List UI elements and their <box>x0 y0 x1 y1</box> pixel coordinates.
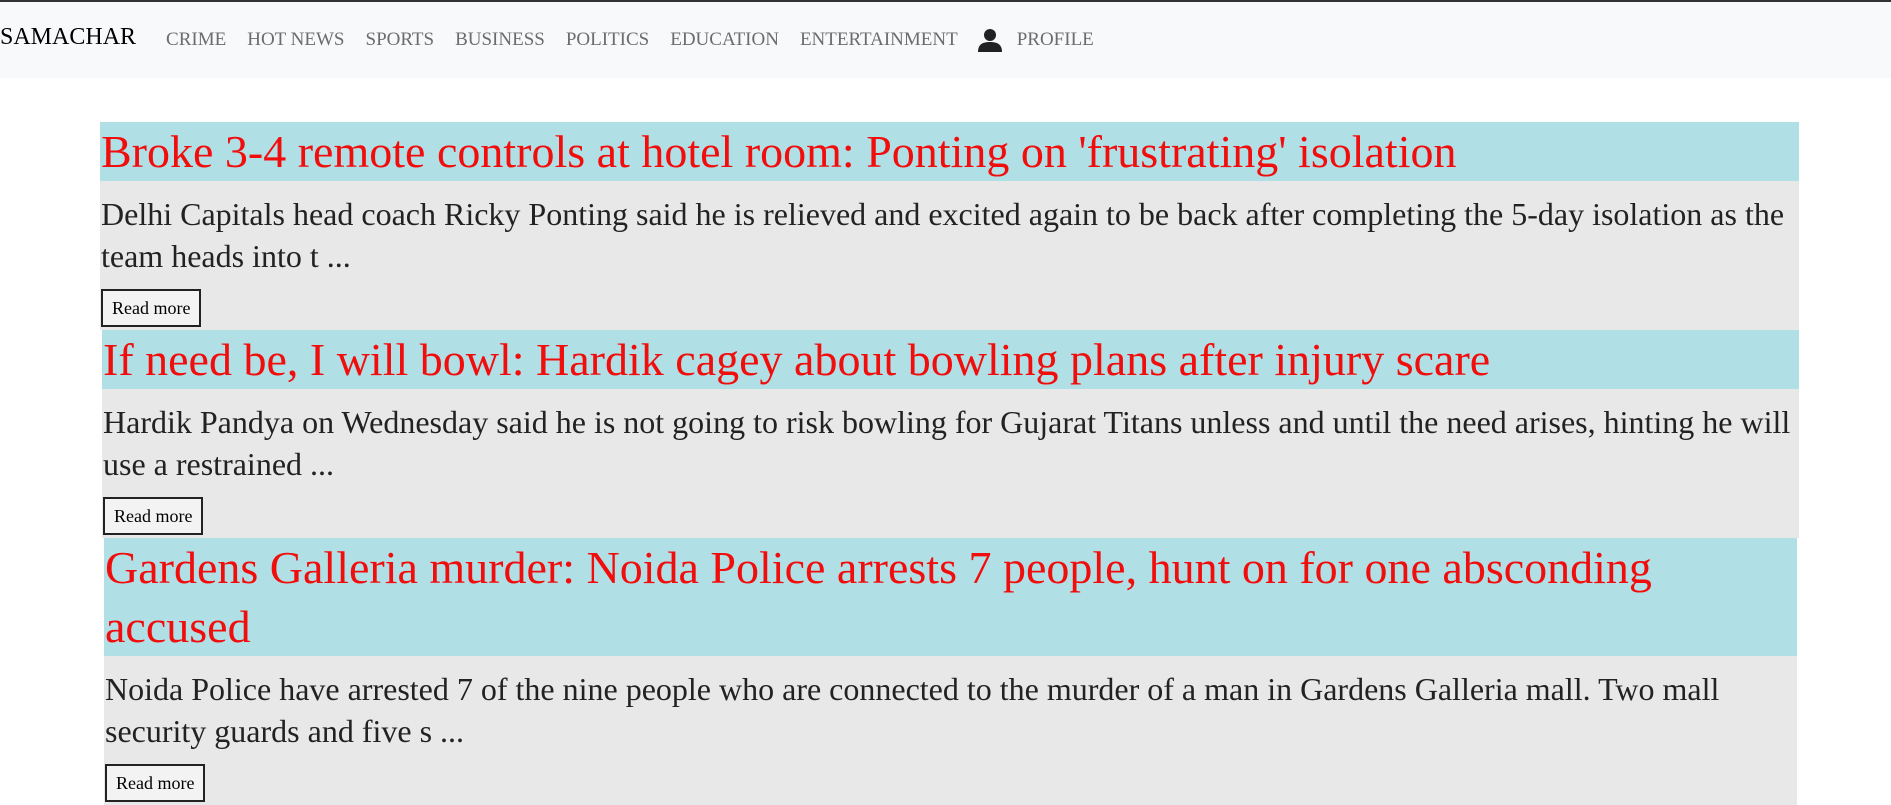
news-card-description: Hardik Pandya on Wednesday said he is no… <box>103 404 1791 482</box>
nav-link-education[interactable]: EDUCATION <box>670 29 779 51</box>
news-card: Gardens Galleria murder: Noida Police ar… <box>104 538 1797 805</box>
news-list: Broke 3-4 remote controls at hotel room:… <box>100 122 1799 805</box>
news-card-description: Noida Police have arrested 7 of the nine… <box>105 671 1720 749</box>
brand-logo[interactable]: SAMACHAR <box>0 24 136 51</box>
read-more-button[interactable]: Read more <box>101 289 202 327</box>
news-card-title[interactable]: Broke 3-4 remote controls at hotel room:… <box>100 122 1799 181</box>
news-card: If need be, I will bowl: Hardik cagey ab… <box>102 330 1799 538</box>
read-more-button[interactable]: Read more <box>105 764 206 802</box>
person-icon[interactable] <box>977 27 1003 53</box>
news-card: Broke 3-4 remote controls at hotel room:… <box>100 122 1799 330</box>
news-card-title[interactable]: If need be, I will bowl: Hardik cagey ab… <box>102 330 1799 389</box>
news-card-footer: Read more <box>104 764 1797 805</box>
nav-link-politics[interactable]: POLITICS <box>566 29 649 51</box>
read-more-button[interactable]: Read more <box>103 497 204 535</box>
nav-link-crime[interactable]: CRIME <box>166 29 226 51</box>
navbar: SAMACHAR CRIME HOT NEWS SPORTS BUSINESS … <box>0 2 1891 78</box>
news-card-description: Delhi Capitals head coach Ricky Ponting … <box>101 196 1785 274</box>
nav-link-sports[interactable]: SPORTS <box>366 29 435 51</box>
nav-link-business[interactable]: BUSINESS <box>455 29 545 51</box>
nav-link-hot-news[interactable]: HOT NEWS <box>247 29 344 51</box>
news-card-footer: Read more <box>102 497 1799 538</box>
nav-link-entertainment[interactable]: ENTERTAINMENT <box>800 29 958 51</box>
news-card-footer: Read more <box>100 289 1799 330</box>
nav-link-profile[interactable]: PROFILE <box>1017 29 1094 51</box>
news-card-title[interactable]: Gardens Galleria murder: Noida Police ar… <box>104 538 1797 656</box>
